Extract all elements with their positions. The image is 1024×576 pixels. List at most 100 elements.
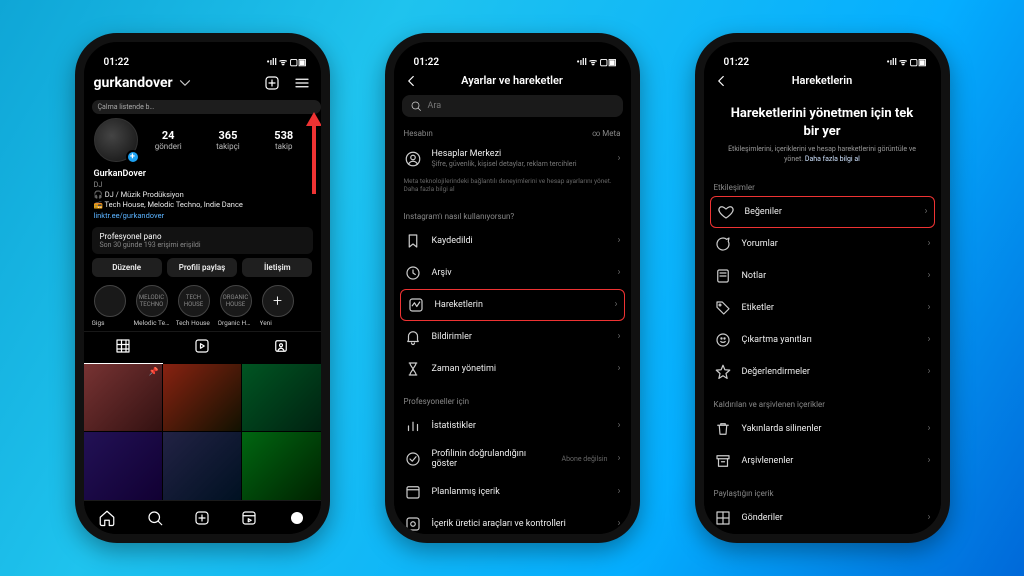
item-likes[interactable]: Beğeniler› — [710, 196, 935, 228]
profile-bio: GurkanDover DJ 🎧 DJ / Müzik Prodüksiyon … — [84, 164, 321, 223]
chevron-right-icon: › — [614, 299, 617, 310]
item-creator-tools[interactable]: İçerik üretici araçları ve kontrolleri› — [394, 508, 631, 534]
post-tabs — [84, 331, 321, 364]
add-story-badge[interactable]: + — [126, 150, 140, 164]
item-reviews[interactable]: Değerlendirmeler› — [704, 356, 941, 388]
bio-line-1: 🎧 DJ / Müzik Prodüksiyon — [94, 190, 311, 200]
item-archive[interactable]: Arşiv› — [394, 257, 631, 289]
item-sticker-replies[interactable]: Çıkartma yanıtları› — [704, 324, 941, 356]
hamburger-menu-button[interactable] — [293, 74, 311, 92]
section-shared-header: Paylaştığın içerik — [704, 481, 941, 502]
profile-top: + 24gönderi 365takipçi 538takip — [84, 114, 321, 164]
chevron-right-icon: › — [927, 334, 930, 345]
back-button[interactable] — [712, 72, 730, 90]
item-tags[interactable]: Etiketler› — [704, 292, 941, 324]
notch — [765, 42, 880, 64]
profile-screen: gurkandover Çalma listende b… + 24gönder… — [84, 68, 321, 534]
highlight-item[interactable]: ORGANIC HOUSEOrganic Ho… — [218, 285, 254, 327]
pro-dashboard-panel[interactable]: Profesyonel pano Son 30 günde 193 erişim… — [92, 227, 313, 254]
stat-posts[interactable]: 24gönderi — [155, 129, 182, 151]
create-post-button[interactable] — [263, 74, 281, 92]
item-time-management[interactable]: Zaman yönetimi› — [394, 353, 631, 385]
post-thumb[interactable] — [242, 364, 320, 432]
activity-title: Hareketlerin — [792, 74, 853, 87]
item-your-activity[interactable]: Hareketlerin› — [400, 289, 625, 321]
chevron-right-icon: › — [927, 366, 930, 377]
item-posts[interactable]: Gönderiler› — [704, 502, 941, 534]
tab-reels[interactable] — [163, 332, 242, 364]
item-verified[interactable]: Profilinin doğrulandığını gösterAbone de… — [394, 442, 631, 476]
profile-header: gurkandover — [84, 68, 321, 96]
post-thumb[interactable] — [163, 364, 241, 432]
nav-home-icon[interactable] — [98, 509, 116, 527]
chevron-right-icon: › — [927, 512, 930, 523]
item-scheduled[interactable]: Planlanmış içerik› — [394, 476, 631, 508]
comment-icon — [714, 235, 732, 253]
item-recently-deleted[interactable]: Yakınlarda silinenler› — [704, 413, 941, 445]
chevron-right-icon: › — [617, 420, 620, 431]
tab-grid[interactable] — [84, 332, 163, 364]
nav-search-icon[interactable] — [146, 509, 164, 527]
search-placeholder: Ara — [428, 101, 442, 111]
stat-following[interactable]: 538takip — [274, 129, 293, 151]
status-time: 01:22 — [724, 57, 750, 68]
stat-followers[interactable]: 365takipçi — [216, 129, 240, 151]
trash-icon — [714, 420, 732, 438]
search-input[interactable]: Ara — [402, 95, 623, 117]
item-comments[interactable]: Yorumlar› — [704, 228, 941, 260]
contact-button[interactable]: İletişim — [242, 258, 312, 277]
clock-icon — [404, 264, 422, 282]
item-saved[interactable]: Kaydedildi› — [394, 225, 631, 257]
post-thumb[interactable]: 📌 — [84, 364, 162, 432]
note-icon — [714, 267, 732, 285]
story-note-bubble[interactable]: Çalma listende b… — [92, 100, 321, 114]
accounts-note: Meta teknolojilerindeki bağlantılı deney… — [394, 175, 631, 200]
profile-buttons: Düzenle Profili paylaş İletişim — [84, 258, 321, 277]
bio-link[interactable]: linktr.ee/gurkandover — [94, 211, 311, 221]
nav-profile-icon[interactable] — [288, 509, 306, 527]
username-label: gurkandover — [94, 75, 173, 91]
chevron-right-icon: › — [617, 267, 620, 278]
highlights-row[interactable]: Gigs MELODIC TECHNOMelodic Tec… TECH HOU… — [84, 277, 321, 331]
chevron-right-icon: › — [617, 486, 620, 497]
section-removed-header: Kaldırılan ve arşivlenen içerikler — [704, 392, 941, 413]
highlight-item[interactable]: Gigs — [92, 285, 128, 327]
section-usage-header: Instagram'ı nasıl kullanıyorsun? — [394, 204, 631, 225]
item-notifications[interactable]: Bildirimler› — [394, 321, 631, 353]
post-thumb[interactable] — [242, 432, 320, 500]
item-archived[interactable]: Arşivlenenler› — [704, 445, 941, 477]
learn-more-link[interactable]: Daha fazla bilgi al — [805, 155, 860, 163]
pro-panel-sub: Son 30 günde 193 erişimi erişildi — [100, 241, 305, 249]
tag-icon — [714, 299, 732, 317]
nav-reels-icon[interactable] — [240, 509, 258, 527]
item-insights[interactable]: İstatistikler› — [394, 410, 631, 442]
nav-create-icon[interactable] — [193, 509, 211, 527]
avatar[interactable]: + — [94, 118, 138, 162]
post-thumb[interactable] — [163, 432, 241, 500]
hero-block: Hareketlerini yönetmen için tek bir yer … — [704, 91, 941, 175]
edit-profile-button[interactable]: Düzenle — [92, 258, 162, 277]
tab-tagged[interactable] — [242, 332, 321, 364]
verified-icon — [404, 450, 422, 468]
callout-arrow — [312, 124, 316, 194]
meta-brand: ∞ Meta — [592, 129, 620, 138]
share-profile-button[interactable]: Profili paylaş — [167, 258, 237, 277]
back-button[interactable] — [402, 72, 420, 90]
item-notes[interactable]: Notlar› — [704, 260, 941, 292]
notch — [455, 42, 570, 64]
activity-screen: Hareketlerin Hareketlerini yönetmen için… — [704, 68, 941, 534]
hourglass-icon — [404, 360, 422, 378]
section-account-header: Hesabın ∞ Meta — [394, 121, 631, 142]
highlight-add[interactable]: +Yeni — [260, 285, 296, 327]
profile-stats: 24gönderi 365takipçi 538takip — [138, 129, 311, 151]
highlight-item[interactable]: TECH HOUSETech House — [176, 285, 212, 327]
chevron-down-icon — [176, 74, 194, 92]
username-dropdown[interactable]: gurkandover — [94, 74, 194, 92]
heart-icon — [717, 203, 735, 221]
post-thumb[interactable] — [84, 432, 162, 500]
status-time: 01:22 — [104, 57, 130, 68]
bio-category: DJ — [94, 180, 311, 190]
posts-grid: 📌 — [84, 364, 321, 500]
highlight-item[interactable]: MELODIC TECHNOMelodic Tec… — [134, 285, 170, 327]
item-accounts-center[interactable]: Hesaplar MerkeziŞifre, güvenlik, kişisel… — [394, 142, 631, 175]
